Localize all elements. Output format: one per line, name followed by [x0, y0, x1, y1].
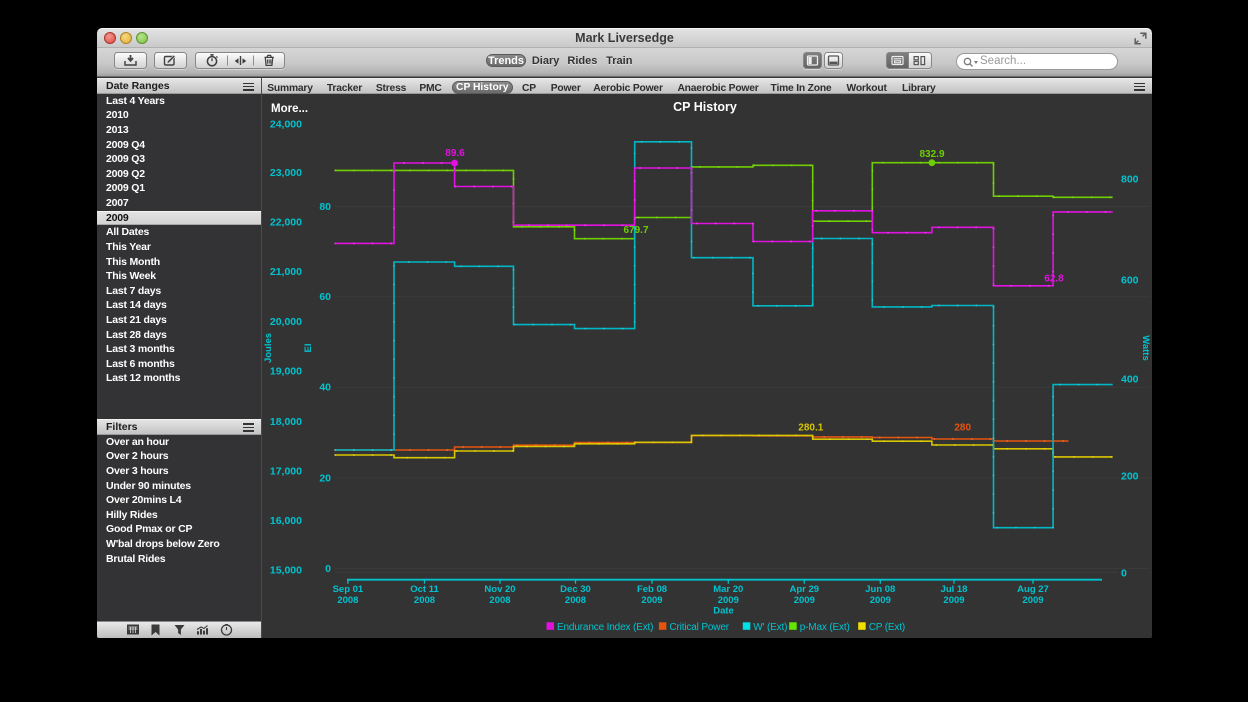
- svg-text:Date: Date: [713, 606, 734, 617]
- svg-text:Critical Power: Critical Power: [669, 622, 729, 633]
- svg-text:0: 0: [325, 563, 331, 575]
- svg-text:More...: More...: [271, 103, 308, 115]
- svg-text:89.6: 89.6: [445, 148, 465, 159]
- svg-text:80: 80: [319, 201, 331, 213]
- svg-text:832.9: 832.9: [919, 149, 944, 160]
- svg-text:W' (Ext): W' (Ext): [753, 622, 787, 633]
- svg-text:2009: 2009: [641, 595, 662, 606]
- svg-text:Jul 18: Jul 18: [941, 584, 968, 595]
- svg-text:Apr 29: Apr 29: [790, 584, 820, 595]
- svg-text:15,000: 15,000: [270, 565, 302, 577]
- svg-text:2009: 2009: [1022, 595, 1043, 606]
- svg-text:EI: EI: [303, 344, 314, 353]
- svg-text:21,000: 21,000: [270, 266, 302, 278]
- svg-text:2008: 2008: [565, 595, 586, 606]
- svg-text:Watts: Watts: [1140, 336, 1151, 362]
- svg-text:Jun 08: Jun 08: [865, 584, 895, 595]
- svg-text:679.7: 679.7: [623, 225, 648, 236]
- svg-text:Sep 01: Sep 01: [333, 584, 364, 595]
- svg-text:62.8: 62.8: [1044, 274, 1064, 285]
- svg-text:Dec 30: Dec 30: [560, 584, 591, 595]
- svg-text:0: 0: [1121, 568, 1127, 580]
- svg-text:20,000: 20,000: [270, 316, 302, 328]
- svg-text:600: 600: [1121, 275, 1139, 287]
- svg-text:19,000: 19,000: [270, 366, 302, 378]
- svg-text:Mar 20: Mar 20: [713, 584, 743, 595]
- svg-text:2009: 2009: [943, 595, 964, 606]
- svg-text:Nov 20: Nov 20: [484, 584, 515, 595]
- svg-text:p-Max (Ext): p-Max (Ext): [800, 622, 850, 633]
- svg-text:18,000: 18,000: [270, 416, 302, 428]
- svg-text:2008: 2008: [414, 595, 435, 606]
- svg-text:20: 20: [319, 473, 331, 485]
- svg-text:200: 200: [1121, 471, 1139, 483]
- svg-text:Joules: Joules: [263, 333, 274, 363]
- svg-text:2009: 2009: [794, 595, 815, 606]
- svg-text:Endurance Index (Ext): Endurance Index (Ext): [557, 622, 653, 633]
- svg-text:800: 800: [1121, 174, 1139, 186]
- svg-text:60: 60: [319, 291, 331, 303]
- svg-text:16,000: 16,000: [270, 515, 302, 527]
- svg-text:Oct 11: Oct 11: [410, 584, 439, 595]
- svg-text:2009: 2009: [718, 595, 739, 606]
- svg-text:17,000: 17,000: [270, 466, 302, 478]
- svg-text:23,000: 23,000: [270, 167, 302, 179]
- svg-text:2009: 2009: [870, 595, 891, 606]
- svg-text:CP (Ext): CP (Ext): [869, 622, 905, 633]
- svg-text:Feb 08: Feb 08: [637, 584, 667, 595]
- svg-text:280: 280: [954, 423, 971, 434]
- svg-text:22,000: 22,000: [270, 217, 302, 229]
- svg-text:40: 40: [319, 382, 331, 394]
- svg-text:400: 400: [1121, 374, 1139, 386]
- svg-text:Aug 27: Aug 27: [1017, 584, 1049, 595]
- svg-text:CP History: CP History: [673, 100, 737, 114]
- svg-text:2008: 2008: [337, 595, 358, 606]
- svg-text:2008: 2008: [489, 595, 510, 606]
- svg-text:280.1: 280.1: [798, 423, 823, 434]
